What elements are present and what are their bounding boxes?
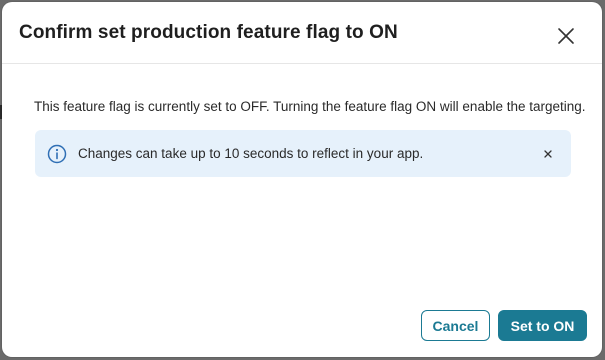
cancel-button[interactable]: Cancel	[421, 310, 490, 341]
close-button[interactable]	[552, 22, 580, 50]
set-to-on-button[interactable]: Set to ON	[498, 310, 587, 341]
dialog-message: This feature flag is currently set to OF…	[34, 99, 586, 114]
info-banner-text: Changes can take up to 10 seconds to ref…	[78, 146, 424, 161]
dialog-header: Confirm set production feature flag to O…	[2, 2, 602, 64]
info-icon	[47, 144, 67, 164]
dialog-title: Confirm set production feature flag to O…	[19, 22, 398, 43]
close-icon	[558, 28, 574, 44]
confirm-dialog: Confirm set production feature flag to O…	[2, 2, 602, 357]
info-banner: Changes can take up to 10 seconds to ref…	[35, 130, 571, 177]
close-icon	[544, 150, 552, 158]
banner-dismiss-button[interactable]	[541, 147, 555, 161]
